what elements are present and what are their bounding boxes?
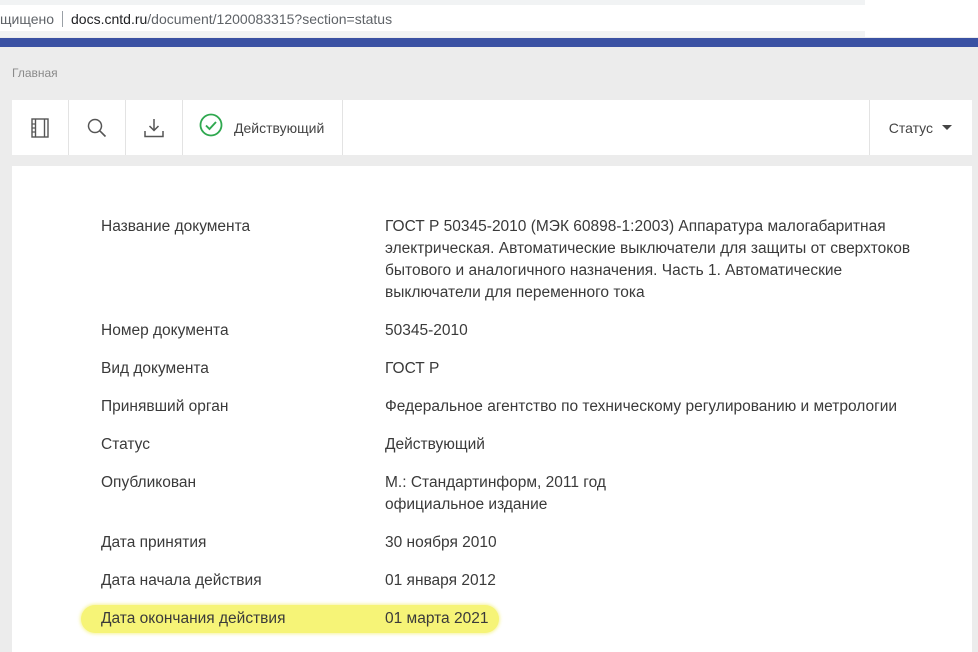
info-value-line: М.: Стандартинформ, 2011 год [385,474,606,491]
security-indicator[interactable]: щищено [0,11,54,27]
info-value: М.: Стандартинформ, 2011 год официальное… [385,472,941,516]
document-text-button[interactable] [12,100,69,155]
url-host: docs.cntd.ru [71,10,148,27]
info-value: Действующий [385,436,485,453]
info-row-status: Статус Действующий [101,434,941,456]
info-value: ГОСТ Р 50345-2010 (МЭК 60898-1:2003) Апп… [385,218,911,301]
address-bar-right [865,0,978,37]
breadcrumb-home-link[interactable]: Главная [12,66,58,80]
info-key: Дата окончания действия [101,610,286,627]
info-row-number: Номер документа 50345-2010 [101,320,941,342]
info-key: Номер документа [101,322,229,339]
info-row-title: Название документа ГОСТ Р 50345-2010 (МЭ… [101,216,941,304]
info-row-effective-date: Дата начала действия 01 января 2012 [101,570,941,592]
info-row-adopted-date: Дата принятия 30 ноября 2010 [101,532,941,554]
document-status-label: Действующий [234,119,325,136]
info-key: Статус [101,436,150,453]
search-button[interactable] [69,100,126,155]
info-row-authority: Принявший орган Федеральное агентство по… [101,396,941,418]
document-icon [30,117,50,139]
document-toolbar: Действующий Статус [12,100,972,155]
status-dropdown-label: Статус [888,119,933,136]
document-info-panel: Название документа ГОСТ Р 50345-2010 (МЭ… [12,166,972,652]
info-key: Вид документа [101,360,209,377]
info-value: 50345-2010 [385,322,468,339]
info-key: Опубликован [101,474,197,491]
download-icon [143,117,165,139]
info-row-type: Вид документа ГОСТ Р [101,358,941,380]
info-key: Название документа [101,218,251,235]
info-value-line: официальное издание [385,496,548,513]
status-dropdown[interactable]: Статус [868,100,972,155]
info-row-published: Опубликован М.: Стандартинформ, 2011 год… [101,472,941,516]
info-value: Федеральное агентство по техническому ре… [385,398,898,415]
info-key: Дата принятия [101,534,207,551]
download-button[interactable] [126,100,183,155]
document-info-table: Название документа ГОСТ Р 50345-2010 (МЭ… [81,216,941,646]
info-key: Принявший орган [101,398,229,415]
info-row-expiry-date: Дата окончания действия 01 марта 2021 [81,605,941,633]
url-path: /document/1200083315?section=status [147,10,393,27]
info-value: 30 ноября 2010 [385,534,497,551]
address-separator [62,10,64,27]
info-value: 01 марта 2021 [385,610,489,627]
info-value: ГОСТ Р [385,360,440,377]
search-icon [86,117,108,139]
browser-address-bar[interactable]: щищено docs.cntd.ru/document/1200083315?… [0,0,978,37]
document-status-button[interactable]: Действующий [183,100,344,155]
info-value: 01 января 2012 [385,572,496,589]
caret-down-icon [942,125,952,130]
info-key: Дата начала действия [101,572,262,589]
check-circle-icon [199,113,223,142]
brand-bar [0,38,978,47]
breadcrumb: Главная [12,66,58,80]
url-text[interactable]: docs.cntd.ru/document/1200083315?section… [71,11,392,27]
